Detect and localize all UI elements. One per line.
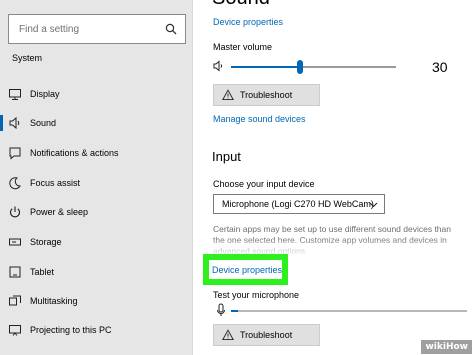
microphone-level-fill: [231, 310, 239, 312]
input-device-select[interactable]: Microphone (Logi C270 HD WebCam): [213, 194, 385, 214]
power-icon: [9, 206, 21, 218]
sidebar-item-power-sleep[interactable]: Power & sleep: [0, 198, 193, 226]
search-icon[interactable]: [165, 23, 177, 35]
sidebar-item-label: Tablet: [30, 267, 55, 277]
notifications-icon: [9, 147, 21, 160]
master-volume-value: 30: [432, 59, 448, 75]
sidebar-item-tablet[interactable]: Tablet: [0, 258, 193, 286]
sidebar-item-label: Sound: [30, 118, 57, 128]
sidebar-item-label: Projecting to this PC: [30, 325, 112, 335]
watermark-part1: wiki: [425, 342, 446, 352]
warning-icon: [222, 89, 234, 101]
projecting-icon: [9, 325, 21, 336]
troubleshoot-label: Troubleshoot: [240, 330, 293, 340]
manage-sound-devices-link[interactable]: Manage sound devices: [213, 114, 306, 124]
speaker-icon[interactable]: [213, 60, 225, 72]
microphone-level-meter: [231, 310, 467, 312]
sound-settings-panel: Sound Device properties Master volume 30…: [193, 0, 474, 355]
microphone-icon: [217, 303, 225, 316]
sidebar-item-storage[interactable]: Storage: [0, 228, 193, 256]
output-troubleshoot-button[interactable]: Troubleshoot: [213, 84, 320, 106]
search-box[interactable]: [8, 14, 186, 44]
sidebar-item-label: Notifications & actions: [30, 148, 119, 158]
input-heading: Input: [212, 149, 241, 164]
sidebar-item-sound[interactable]: Sound: [0, 109, 193, 137]
chevron-down-icon: [369, 202, 378, 208]
search-input[interactable]: [9, 15, 159, 43]
moon-icon: [9, 177, 21, 190]
storage-icon: [9, 238, 21, 246]
input-info-text: Certain apps may be set up to use differ…: [213, 224, 451, 256]
multitasking-icon: [9, 295, 21, 306]
speaker-icon: [9, 116, 20, 130]
tablet-icon: [9, 266, 21, 278]
sidebar-item-focus-assist[interactable]: Focus assist: [0, 169, 193, 197]
sidebar-item-label: Focus assist: [30, 178, 81, 188]
test-microphone-label: Test your microphone: [213, 290, 300, 300]
choose-input-device-label: Choose your input device: [213, 179, 315, 189]
sidebar-item-label: Power & sleep: [30, 207, 89, 217]
sidebar-section-heading: System: [12, 53, 43, 63]
active-indicator: [0, 115, 3, 131]
sidebar-item-label: Display: [30, 89, 60, 99]
wikihow-watermark: wiki How: [421, 340, 472, 354]
page-title: Sound: [212, 0, 270, 10]
master-volume-row: 30: [213, 58, 463, 76]
sidebar-item-label: Multitasking: [30, 296, 78, 306]
watermark-part2: How: [445, 342, 468, 352]
input-troubleshoot-button[interactable]: Troubleshoot: [213, 324, 320, 346]
sidebar-item-projecting[interactable]: Projecting to this PC: [0, 316, 193, 344]
output-device-properties-link[interactable]: Device properties: [213, 17, 283, 27]
troubleshoot-label: Troubleshoot: [240, 90, 293, 100]
sidebar-item-display[interactable]: Display: [0, 80, 193, 108]
microphone-level-row: [213, 303, 467, 319]
warning-icon: [222, 329, 234, 341]
sidebar-item-label: Storage: [30, 237, 62, 247]
sidebar-item-multitasking[interactable]: Multitasking: [0, 287, 193, 315]
sidebar-item-notifications[interactable]: Notifications & actions: [0, 139, 193, 167]
master-volume-fill: [231, 66, 301, 68]
master-volume-thumb[interactable]: [297, 60, 304, 74]
settings-sidebar: System Display Sound Notifications & act…: [0, 0, 193, 355]
input-device-properties-link[interactable]: Device properties: [212, 265, 282, 275]
master-volume-label: Master volume: [213, 42, 273, 52]
master-volume-slider[interactable]: [231, 60, 396, 74]
display-icon: [9, 89, 21, 100]
selected-input-device: Microphone (Logi C270 HD WebCam): [222, 199, 374, 209]
